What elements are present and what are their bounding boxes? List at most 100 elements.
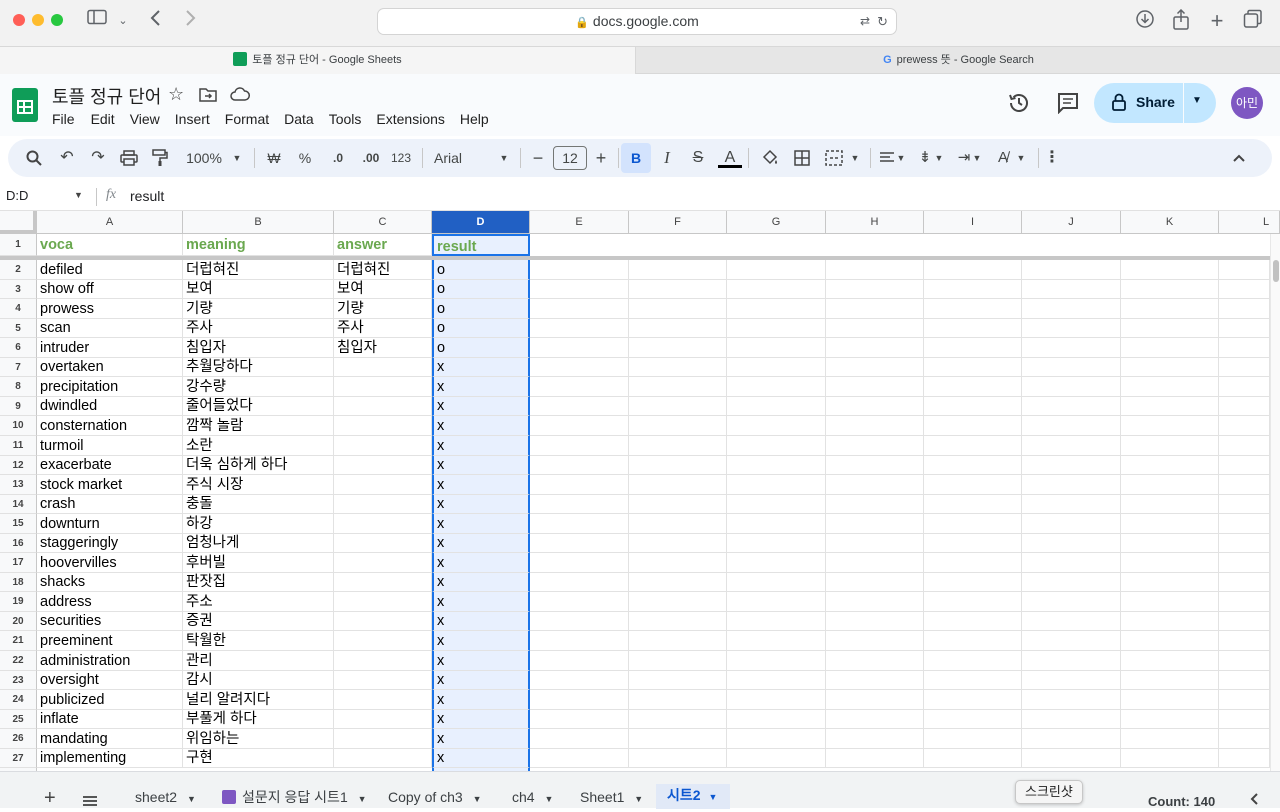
empty-cell[interactable] <box>629 397 727 416</box>
cell-b[interactable]: 보여 <box>183 280 334 299</box>
row-header[interactable]: 23 <box>0 671 37 690</box>
empty-cell[interactable] <box>1121 612 1219 631</box>
wrap-dropdown-icon[interactable]: ▼ <box>970 139 984 177</box>
row-header[interactable]: 16 <box>0 534 37 553</box>
empty-cell[interactable] <box>826 475 924 495</box>
merge-cells-icon[interactable] <box>822 139 846 177</box>
row-header[interactable]: 13 <box>0 475 37 495</box>
empty-cell[interactable] <box>530 553 629 573</box>
empty-cell[interactable] <box>924 573 1022 592</box>
empty-cell[interactable] <box>826 416 924 436</box>
avatar[interactable]: 아민 <box>1231 87 1263 119</box>
paint-format-icon[interactable] <box>148 139 172 177</box>
cell-d[interactable]: x <box>432 729 530 749</box>
empty-cell[interactable] <box>924 671 1022 690</box>
cell-a[interactable]: publicized <box>37 690 183 710</box>
header-cell-meaning[interactable]: meaning <box>183 234 334 256</box>
vertical-scrollbar[interactable] <box>1270 234 1280 771</box>
empty-cell[interactable] <box>727 495 826 514</box>
empty-cell[interactable] <box>629 514 727 534</box>
empty-cell[interactable] <box>530 319 629 338</box>
sheet-tab-dropdown-icon[interactable]: ▼ <box>187 794 196 804</box>
cell-c[interactable] <box>334 534 432 553</box>
cell-a[interactable]: securities <box>37 612 183 631</box>
menu-edit[interactable]: Edit <box>91 111 115 127</box>
cell-d[interactable]: o <box>432 338 530 358</box>
empty-cell[interactable] <box>1219 280 1270 299</box>
empty-cell[interactable] <box>1022 319 1121 338</box>
cell-a[interactable]: inflate <box>37 710 183 729</box>
cell-d[interactable]: x <box>432 377 530 397</box>
empty-cell[interactable] <box>924 651 1022 671</box>
currency-format-button[interactable]: ₩ <box>263 139 285 177</box>
row-header[interactable]: 11 <box>0 436 37 456</box>
empty-cell[interactable] <box>826 573 924 592</box>
empty-cell[interactable] <box>727 690 826 710</box>
cell-d[interactable]: x <box>432 534 530 553</box>
empty-cell[interactable] <box>629 260 727 280</box>
empty-cell[interactable] <box>1121 534 1219 553</box>
cell-b[interactable]: 주사 <box>183 319 334 338</box>
empty-cell[interactable] <box>1219 612 1270 631</box>
empty-cell[interactable] <box>530 651 629 671</box>
cell-a[interactable]: precipitation <box>37 377 183 397</box>
empty-cell[interactable] <box>1022 416 1121 436</box>
empty-cell[interactable] <box>629 631 727 651</box>
empty-cell[interactable] <box>1022 514 1121 534</box>
empty-cell[interactable] <box>629 710 727 729</box>
row-header[interactable]: 18 <box>0 573 37 592</box>
empty-cell[interactable] <box>1121 475 1219 495</box>
row-header[interactable]: 4 <box>0 299 37 319</box>
cell-d[interactable]: x <box>432 631 530 651</box>
cell-b[interactable]: 줄어들었다 <box>183 397 334 416</box>
empty-cell[interactable] <box>1121 651 1219 671</box>
cell-d[interactable]: o <box>432 280 530 299</box>
row-header[interactable]: 14 <box>0 495 37 514</box>
cell-c[interactable] <box>334 456 432 475</box>
empty-cell[interactable] <box>826 436 924 456</box>
name-box-dropdown-icon[interactable]: ▼ <box>74 190 83 200</box>
cell-a[interactable]: hoovervilles <box>37 553 183 573</box>
empty-cell[interactable] <box>629 377 727 397</box>
cell-d[interactable]: o <box>432 260 530 280</box>
empty-cell[interactable] <box>826 690 924 710</box>
empty-cell[interactable] <box>924 377 1022 397</box>
empty-cell[interactable] <box>727 416 826 436</box>
percent-format-button[interactable]: % <box>294 139 316 177</box>
menu-file[interactable]: File <box>52 111 75 127</box>
empty-cell[interactable] <box>1121 690 1219 710</box>
empty-cell[interactable] <box>727 534 826 553</box>
empty-cell[interactable] <box>826 612 924 631</box>
empty-cell[interactable] <box>530 397 629 416</box>
empty-cell[interactable] <box>1121 710 1219 729</box>
valign-dropdown-icon[interactable]: ▼ <box>932 139 946 177</box>
menu-format[interactable]: Format <box>225 111 269 127</box>
cell-d[interactable]: o <box>432 299 530 319</box>
text-rotation-icon[interactable]: A̸ <box>992 139 1014 177</box>
empty-cell[interactable] <box>826 671 924 690</box>
row-header[interactable]: 25 <box>0 710 37 729</box>
zoom-window-button[interactable] <box>51 14 63 26</box>
row-header[interactable]: 15 <box>0 514 37 534</box>
sheet-tab-dropdown-icon[interactable]: ▼ <box>473 794 482 804</box>
cell-a[interactable]: staggeringly <box>37 534 183 553</box>
empty-cell[interactable] <box>1219 710 1270 729</box>
row-header[interactable]: 8 <box>0 377 37 397</box>
menu-extensions[interactable]: Extensions <box>376 111 444 127</box>
empty-cell[interactable] <box>1022 260 1121 280</box>
empty-cell[interactable] <box>826 319 924 338</box>
sheet-tab-sheet2[interactable]: sheet2 ▼ <box>135 786 196 809</box>
empty-cell[interactable] <box>530 631 629 651</box>
empty-cell[interactable] <box>530 495 629 514</box>
cell-a[interactable]: administration <box>37 651 183 671</box>
empty-cell[interactable] <box>727 612 826 631</box>
empty-cell[interactable] <box>826 338 924 358</box>
cell-d[interactable]: x <box>432 592 530 612</box>
cell-a[interactable]: oversight <box>37 671 183 690</box>
empty-cell[interactable] <box>727 456 826 475</box>
cell-b[interactable]: 충돌 <box>183 495 334 514</box>
empty-cell[interactable] <box>1022 690 1121 710</box>
column-header-b[interactable]: B <box>183 211 334 234</box>
empty-cell[interactable] <box>1022 612 1121 631</box>
empty-cell[interactable] <box>1121 280 1219 299</box>
